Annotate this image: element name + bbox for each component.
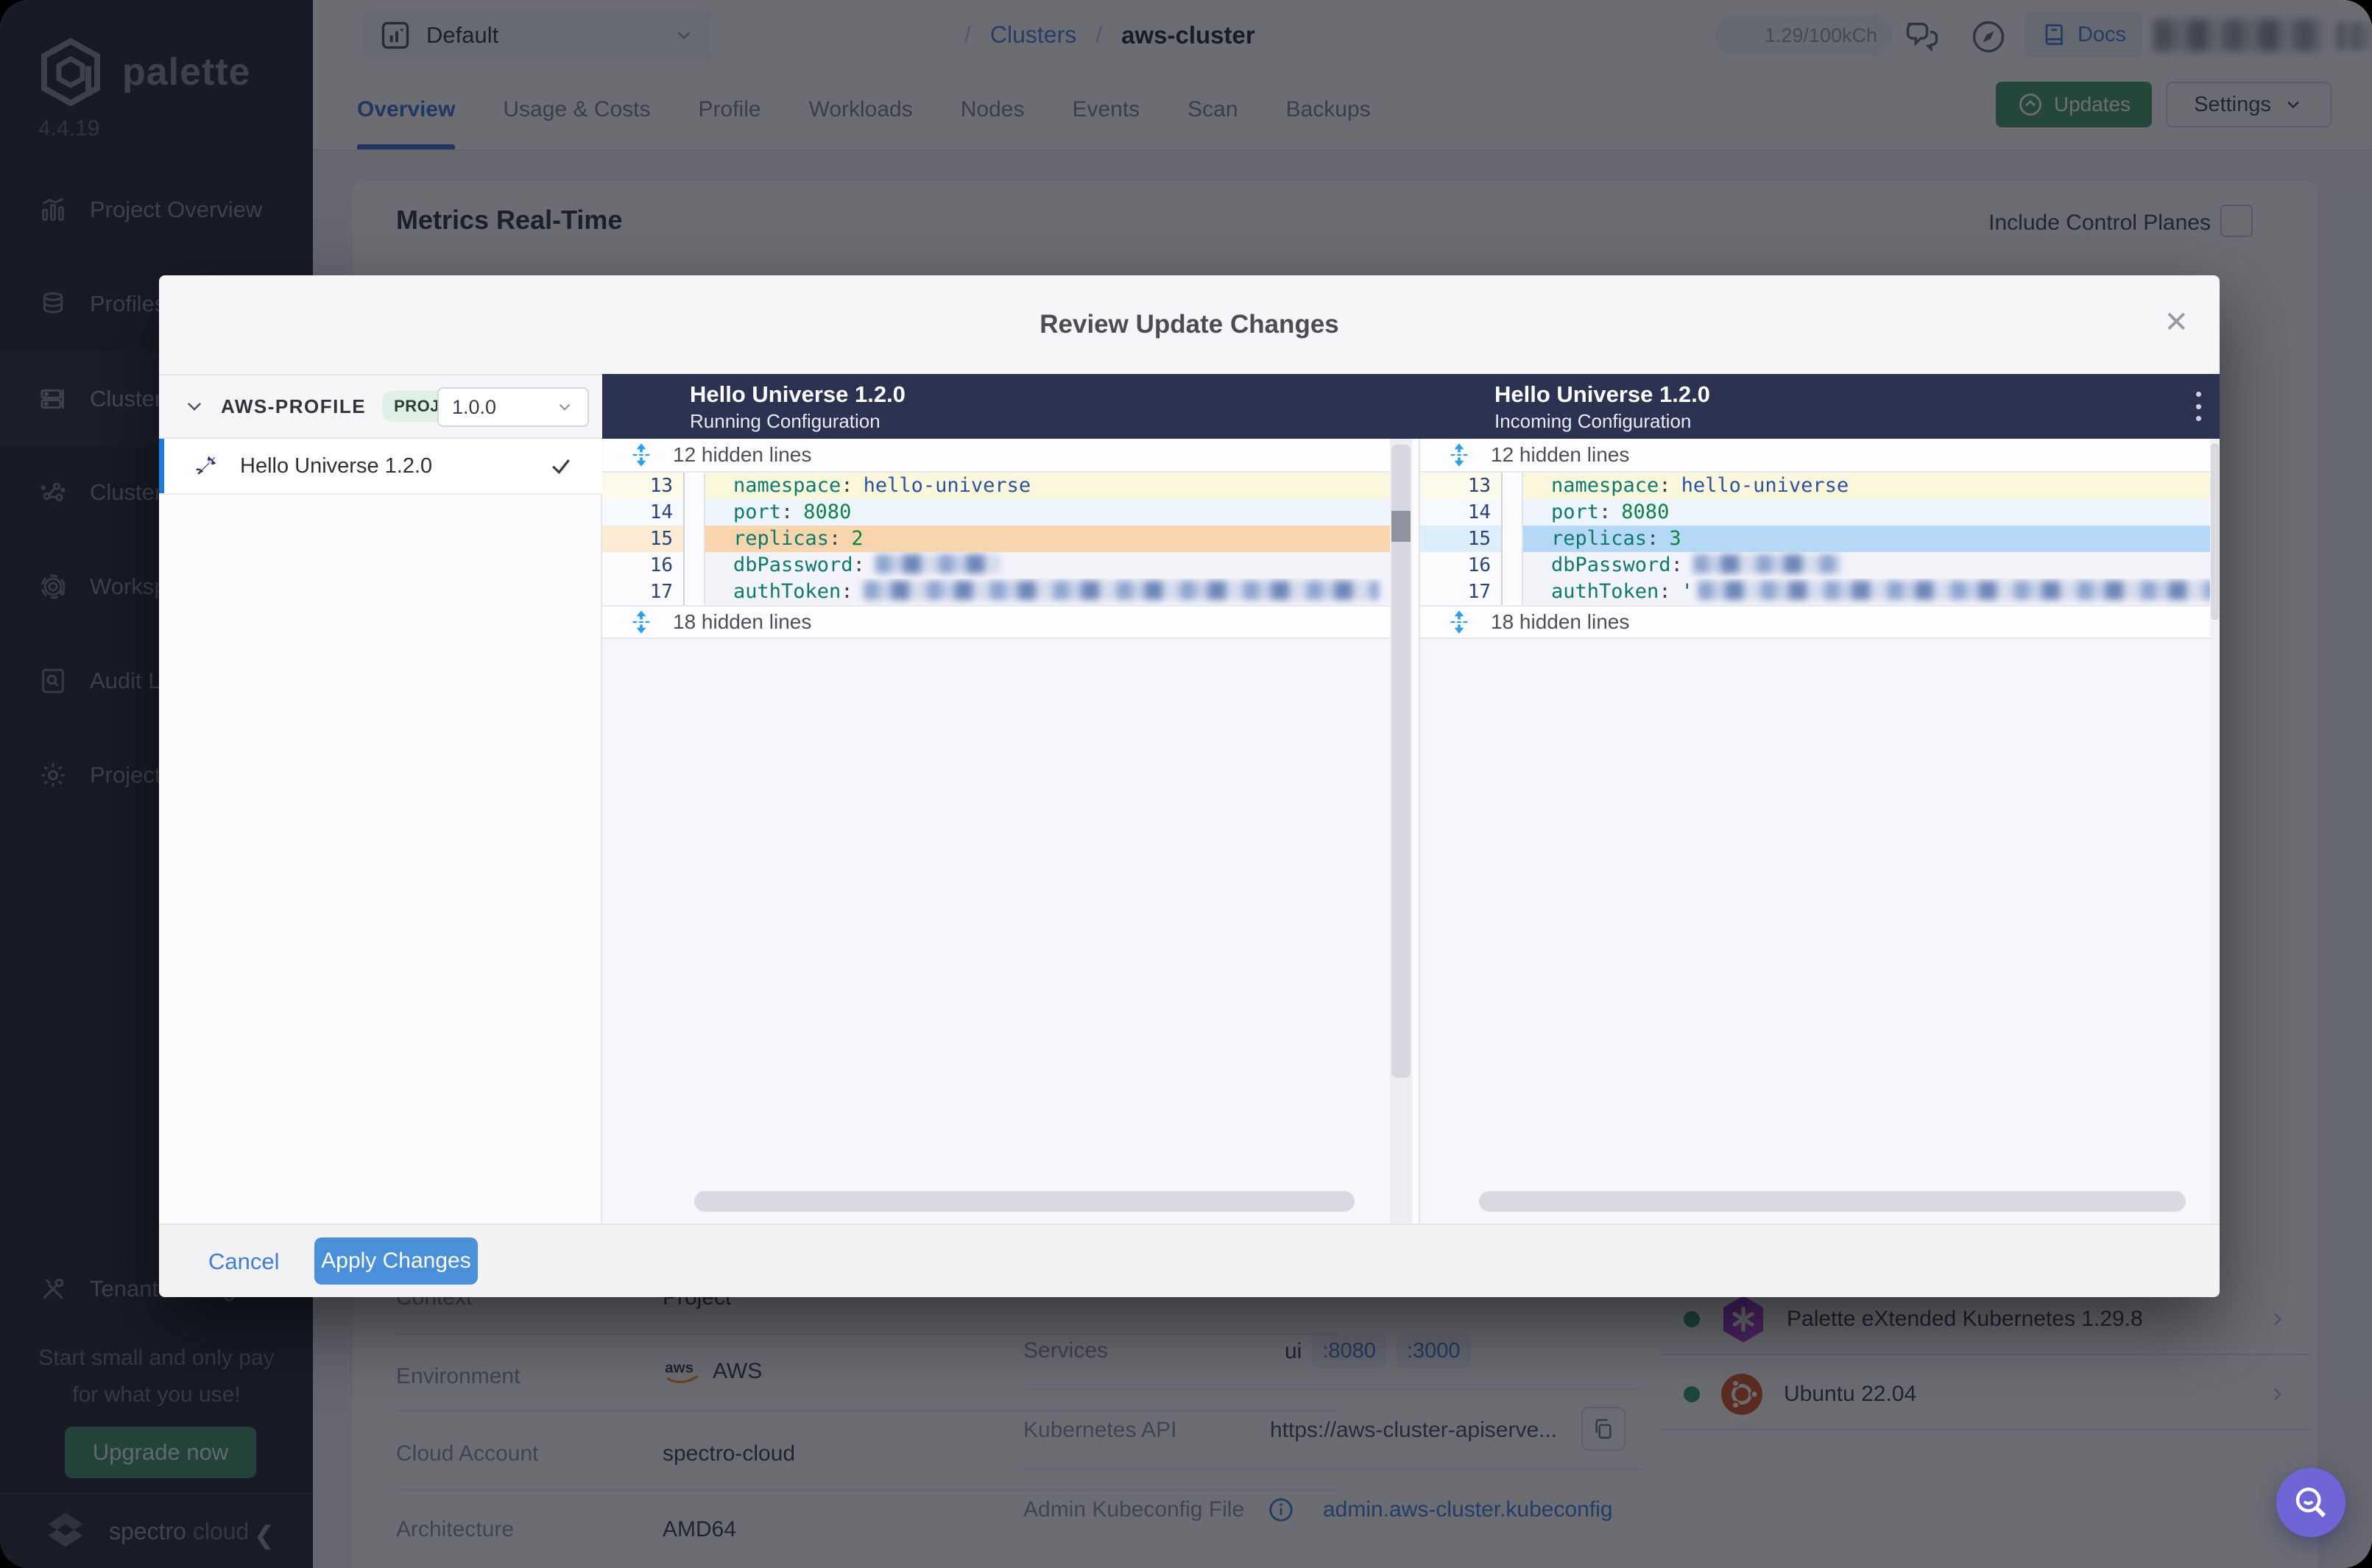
hidden-lines-label: 12 hidden lines xyxy=(1491,443,1630,466)
hidden-lines-top: 12 hidden lines xyxy=(602,439,1390,473)
yaml-key: authToken xyxy=(1551,580,1659,603)
yaml-key: port xyxy=(733,501,782,523)
yaml-key: dbPassword xyxy=(1551,554,1671,576)
modal-footer: Cancel Apply Changes xyxy=(159,1223,2220,1297)
line-number: 14 xyxy=(602,499,685,526)
chevron-down-icon[interactable] xyxy=(184,396,205,417)
redacted-value xyxy=(1697,580,2210,600)
diff-right-title: Hello Universe 1.2.0 xyxy=(1494,381,1710,407)
yaml-key: replicas xyxy=(1551,527,1648,550)
yaml-value: hello-universe xyxy=(863,474,1031,497)
code-line-17: 17 authToken: ' xyxy=(1420,579,2210,605)
code-line-17: 17 authToken: xyxy=(602,579,1390,605)
modal-title: Review Update Changes xyxy=(1039,310,1339,339)
yaml-value: 8080 xyxy=(803,501,852,523)
horizontal-scrollbar[interactable] xyxy=(694,1191,1355,1212)
kebab-menu-icon[interactable] xyxy=(2184,389,2213,424)
diff-right-subtitle: Incoming Configuration xyxy=(1494,410,1692,432)
code-line-15-removed: 15 replicas: 2 xyxy=(602,526,1390,552)
yaml-key: replicas xyxy=(733,527,830,550)
search-assistant-button[interactable] xyxy=(2276,1468,2345,1537)
review-update-changes-modal: Review Update Changes ✕ AWS-PROFILE PROJ… xyxy=(159,275,2220,1297)
code-line-16: 16 dbPassword: xyxy=(1420,552,2210,579)
yaml-key: port xyxy=(1551,501,1600,523)
hidden-lines-label: 18 hidden lines xyxy=(1491,610,1630,633)
profile-layer-item[interactable]: Hello Universe 1.2.0 xyxy=(159,439,602,495)
change-marker xyxy=(1391,511,1411,542)
yaml-value: hello-universe xyxy=(1681,474,1849,497)
profile-panel: AWS-PROFILE PROJ 1.0.0 Hello Universe 1.… xyxy=(159,374,602,1223)
redacted-value xyxy=(863,580,1379,600)
line-number: 13 xyxy=(1420,473,1503,499)
line-number: 14 xyxy=(1420,499,1503,526)
unfold-icon[interactable] xyxy=(629,610,654,635)
line-number: 17 xyxy=(602,579,685,605)
diff-left-header: Hello Universe 1.2.0 Running Configurati… xyxy=(690,381,906,434)
left-panel-scrollbar[interactable] xyxy=(1390,439,1412,1223)
check-icon xyxy=(552,459,570,475)
diff-panel-running: 12 hidden lines 13 namespace: hello-unive… xyxy=(602,439,1390,1223)
hidden-lines-bottom: 18 hidden lines xyxy=(1420,605,2210,639)
diff-headers: Hello Universe 1.2.0 Running Configurati… xyxy=(602,374,2220,439)
yaml-value: 8080 xyxy=(1621,501,1670,523)
profile-header-row: AWS-PROFILE PROJ 1.0.0 xyxy=(159,374,602,439)
diff-left-subtitle: Running Configuration xyxy=(690,410,880,432)
line-number: 15 xyxy=(1420,526,1503,552)
quote-char: ' xyxy=(1681,580,1693,603)
code-line-16: 16 dbPassword: xyxy=(602,552,1390,579)
chevron-down-icon xyxy=(559,403,571,411)
redacted-value xyxy=(1692,554,1840,573)
rocket-icon xyxy=(196,456,216,475)
profile-version-select[interactable]: 1.0.0 xyxy=(437,387,589,427)
diff-left-title: Hello Universe 1.2.0 xyxy=(690,381,906,407)
hidden-lines-label: 18 hidden lines xyxy=(673,610,812,633)
yaml-key: namespace xyxy=(733,474,841,497)
unfold-icon[interactable] xyxy=(1447,610,1472,635)
panel-gap xyxy=(1412,439,1419,1223)
code-line-14: 14 port: 8080 xyxy=(1420,499,2210,526)
code-line-15-added: 15 replicas: 3 xyxy=(1420,526,2210,552)
diff-panel-incoming: 12 hidden lines 13 namespace: hello-unive… xyxy=(1419,439,2210,1223)
yaml-key: dbPassword xyxy=(733,554,853,576)
profile-layer-name: Hello Universe 1.2.0 xyxy=(240,453,433,478)
apply-changes-button[interactable]: Apply Changes xyxy=(314,1237,478,1285)
profile-version-value: 1.0.0 xyxy=(452,395,497,418)
line-number: 17 xyxy=(1420,579,1503,605)
hidden-lines-label: 12 hidden lines xyxy=(673,443,812,466)
redacted-value xyxy=(875,554,1000,573)
diff-right-header: Hello Universe 1.2.0 Incoming Configurat… xyxy=(1494,381,1710,434)
diff-view: Hello Universe 1.2.0 Running Configurati… xyxy=(602,374,2220,1223)
line-number: 16 xyxy=(602,552,685,579)
profile-name: AWS-PROFILE xyxy=(221,395,367,417)
magnifier-smile-icon xyxy=(2295,1487,2326,1518)
line-number: 13 xyxy=(602,473,685,499)
yaml-key: namespace xyxy=(1551,474,1659,497)
horizontal-scrollbar[interactable] xyxy=(1479,1191,2186,1212)
yaml-value: 2 xyxy=(851,527,864,550)
hidden-lines-bottom: 18 hidden lines xyxy=(602,605,1390,639)
cancel-button[interactable]: Cancel xyxy=(194,1225,294,1299)
hidden-lines-top: 12 hidden lines xyxy=(1420,439,2210,473)
right-panel-scrollbar[interactable] xyxy=(2210,439,2220,1223)
line-number: 15 xyxy=(602,526,685,552)
scrollbar-thumb[interactable] xyxy=(2211,443,2219,620)
yaml-key: authToken xyxy=(733,580,841,603)
yaml-value: 3 xyxy=(1669,527,1681,550)
code-line-14: 14 port: 8080 xyxy=(602,499,1390,526)
unfold-icon[interactable] xyxy=(1447,442,1472,467)
close-icon[interactable]: ✕ xyxy=(2164,308,2189,337)
screen: palette 4.4.19 Project Overview Profiles… xyxy=(0,0,2372,1568)
unfold-icon[interactable] xyxy=(629,442,654,467)
code-line-13: 13 namespace: hello-universe xyxy=(1420,473,2210,499)
line-number: 16 xyxy=(1420,552,1503,579)
code-line-13: 13 namespace: hello-universe xyxy=(602,473,1390,499)
